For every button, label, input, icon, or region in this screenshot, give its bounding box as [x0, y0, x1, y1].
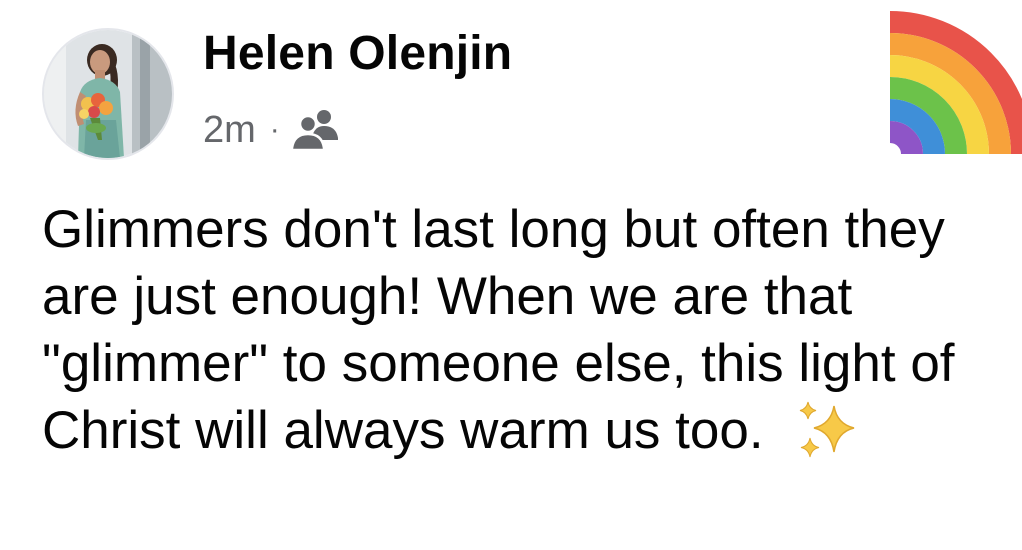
author-avatar[interactable] — [42, 28, 174, 160]
sparkles-icon — [799, 401, 854, 458]
post-meta: 2m · — [203, 104, 342, 156]
avatar-photo-icon — [44, 30, 172, 158]
facebook-post: Helen Olenjin 2m · Glimmers don't last l… — [0, 0, 1022, 550]
friends-icon[interactable] — [290, 108, 342, 152]
meta-separator: · — [269, 113, 280, 146]
post-body: Glimmers don't last long but often they … — [42, 196, 1017, 464]
author-name[interactable]: Helen Olenjin — [203, 26, 512, 81]
rainbow-icon — [889, 11, 1022, 155]
post-timestamp[interactable]: 2m — [203, 109, 256, 152]
